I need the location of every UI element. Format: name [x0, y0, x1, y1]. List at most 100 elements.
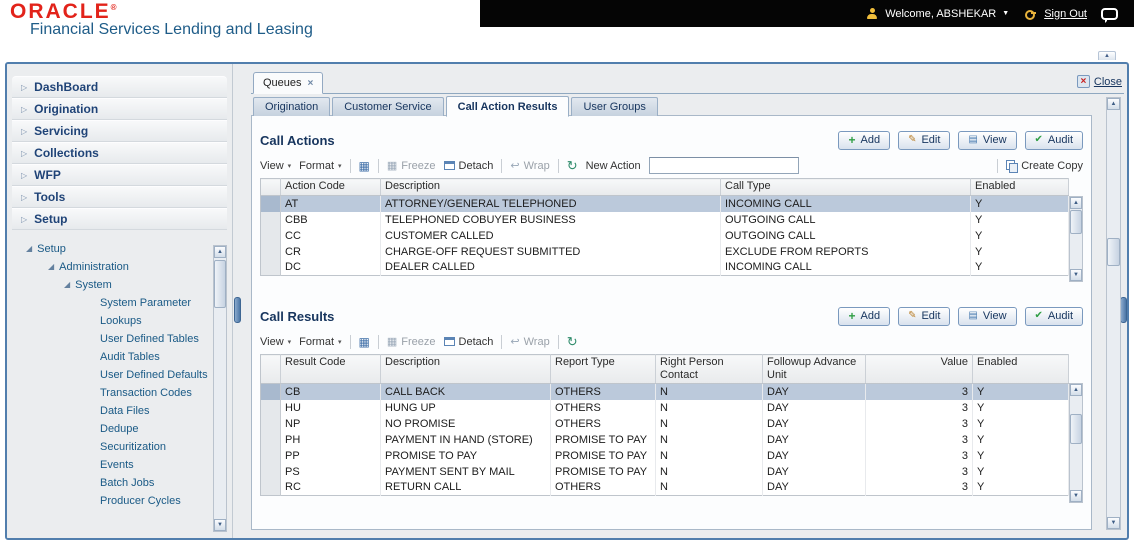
tree-node-dedupe[interactable]: Dedupe [12, 420, 227, 438]
close-label[interactable]: Close [1094, 76, 1122, 88]
sidebar-item-dashboard[interactable]: ▷ DashBoard [12, 76, 227, 98]
row-selector-cell[interactable] [260, 383, 281, 400]
tab-queues[interactable]: Queues × [253, 72, 324, 94]
table-row-cb[interactable]: CB CALL BACK OTHERS N DAY 3 Y [260, 383, 1069, 400]
view-button[interactable]: ▤ View [958, 130, 1017, 150]
detach-button[interactable]: Detach [443, 336, 493, 348]
close-control[interactable]: × Close [1076, 75, 1122, 88]
scroll-up-button[interactable]: ▲ [1107, 98, 1120, 110]
audit-button[interactable]: ✔ Audit [1024, 306, 1083, 326]
tree-node-events[interactable]: Events [12, 456, 227, 474]
table-row-pp[interactable]: PP PROMISE TO PAY PROMISE TO PAY N DAY 3 Y [260, 447, 1069, 464]
audit-button[interactable]: ✔ Audit [1024, 130, 1083, 150]
column-header-call-type[interactable]: Call Type [720, 178, 971, 196]
table-row-ph[interactable]: PH PAYMENT IN HAND (STORE) PROMISE TO PAY N… [260, 431, 1069, 448]
scroll-up-button[interactable]: ▲ [1070, 384, 1082, 396]
sidebar-item-origination[interactable]: ▷ Origination [12, 98, 227, 120]
row-selector-cell[interactable] [260, 399, 281, 416]
create-copy-button[interactable]: Create Copy [1006, 159, 1083, 173]
sidebar-item-tools[interactable]: ▷ Tools [12, 186, 227, 208]
row-selector-cell[interactable] [260, 227, 281, 244]
tree-node-system-parameter[interactable]: System Parameter [12, 294, 227, 312]
column-header-enabled[interactable]: Enabled [972, 354, 1069, 384]
welcome-caret-icon[interactable]: ▼ [1002, 10, 1009, 17]
detach-button[interactable]: Detach [443, 160, 493, 172]
freeze-button[interactable]: ▦ Freeze [387, 159, 436, 173]
view-menu[interactable]: View ▾ [260, 160, 291, 172]
tree-node-securitization[interactable]: Securitization [12, 438, 227, 456]
chat-icon[interactable] [1101, 7, 1118, 23]
sidebar-item-setup[interactable]: ▷ Setup [12, 208, 227, 230]
new-action-input[interactable] [648, 157, 799, 174]
scroll-up-button[interactable]: ▲ [214, 246, 226, 258]
column-header-enabled[interactable]: Enabled [970, 178, 1069, 196]
scrollbar-thumb[interactable] [214, 260, 226, 308]
export-icon[interactable]: ▦ [359, 159, 370, 173]
row-selector-cell[interactable] [260, 211, 281, 228]
table-row-dc[interactable]: DC DEALER CALLED INCOMING CALL Y [260, 259, 1069, 276]
tree-node-setup[interactable]: ◢ Setup [12, 240, 227, 258]
add-button[interactable]: + Add [838, 130, 891, 150]
row-selector-cell[interactable] [260, 447, 281, 464]
tab-user-groups[interactable]: User Groups [571, 97, 658, 116]
row-selector-cell[interactable] [260, 243, 281, 260]
close-icon[interactable]: × [1076, 75, 1090, 88]
edit-button[interactable]: ✎ Edit [898, 306, 951, 326]
tab-call-action-results[interactable]: Call Action Results [445, 96, 570, 117]
wrap-button[interactable]: ↩ Wrap [510, 159, 549, 173]
row-selector-cell[interactable] [260, 431, 281, 448]
column-header-description[interactable]: Description [380, 354, 551, 384]
content-scrollbar[interactable]: ▲ ▼ [1106, 97, 1121, 530]
scroll-down-button[interactable]: ▼ [214, 519, 226, 531]
scroll-down-button[interactable]: ▼ [1070, 269, 1082, 281]
welcome-menu[interactable]: Welcome, ABSHEKAR [885, 8, 996, 20]
format-menu[interactable]: Format ▾ [299, 160, 341, 172]
collapse-header-button[interactable]: ▲ [1098, 51, 1116, 60]
table-row-ps[interactable]: PS PAYMENT SENT BY MAIL PROMISE TO PAY N DAY… [260, 463, 1069, 480]
tab-origination[interactable]: Origination [253, 97, 331, 116]
wrap-button[interactable]: ↩ Wrap [510, 335, 549, 349]
export-icon[interactable]: ▦ [359, 335, 370, 349]
sidebar-collapse-handle[interactable] [234, 297, 241, 323]
refresh-icon[interactable]: ↻ [567, 334, 578, 350]
tree-node-administration[interactable]: ◢ Administration [12, 258, 227, 276]
column-header-result-code[interactable]: Result Code [280, 354, 381, 384]
scrollbar-thumb[interactable] [1107, 238, 1120, 266]
scroll-down-button[interactable]: ▼ [1070, 490, 1082, 502]
table-row-cc[interactable]: CC CUSTOMER CALLED OUTGOING CALL Y [260, 227, 1069, 244]
row-selector-cell[interactable] [260, 463, 281, 480]
add-button[interactable]: + Add [838, 306, 891, 326]
table-row-hu[interactable]: HU HUNG UP OTHERS N DAY 3 Y [260, 399, 1069, 416]
tab-customer-service[interactable]: Customer Service [332, 97, 444, 116]
tree-node-data-files[interactable]: Data Files [12, 402, 227, 420]
tab-close-icon[interactable]: × [308, 78, 314, 89]
row-selector-cell[interactable] [260, 415, 281, 432]
column-header-action-code[interactable]: Action Code [280, 178, 381, 196]
tree-node-user-defined-tables[interactable]: User Defined Tables [12, 330, 227, 348]
column-header-value[interactable]: Value [865, 354, 973, 384]
freeze-button[interactable]: ▦ Freeze [387, 335, 436, 349]
tree-node-lookups[interactable]: Lookups [12, 312, 227, 330]
table-row-cbb[interactable]: CBB TELEPHONED COBUYER BUSINESS OUTGOING C… [260, 211, 1069, 228]
scrollbar-thumb[interactable] [1070, 210, 1082, 234]
tree-node-system[interactable]: ◢ System [12, 276, 227, 294]
format-menu[interactable]: Format ▾ [299, 336, 341, 348]
tree-node-transaction-codes[interactable]: Transaction Codes [12, 384, 227, 402]
scrollbar-thumb[interactable] [1070, 414, 1082, 444]
sidebar-item-wfp[interactable]: ▷ WFP [12, 164, 227, 186]
view-button[interactable]: ▤ View [958, 306, 1017, 326]
scrollbar-track[interactable] [214, 258, 226, 519]
column-header-followup-advance-unit[interactable]: Followup Advance Unit [762, 354, 866, 384]
tree-node-producer-cycles[interactable]: Producer Cycles [12, 492, 227, 510]
table-row-at[interactable]: AT ATTORNEY/GENERAL TELEPHONED INCOMING CA… [260, 195, 1069, 212]
scroll-down-button[interactable]: ▼ [1107, 517, 1120, 529]
sidebar-item-servicing[interactable]: ▷ Servicing [12, 120, 227, 142]
scrollbar-track[interactable] [1070, 209, 1082, 269]
tree-node-batch-jobs[interactable]: Batch Jobs [12, 474, 227, 492]
table-row-cr[interactable]: CR CHARGE-OFF REQUEST SUBMITTED EXCLUDE FR… [260, 243, 1069, 260]
view-menu[interactable]: View ▾ [260, 336, 291, 348]
sign-out-link[interactable]: Sign Out [1044, 8, 1087, 20]
refresh-icon[interactable]: ↻ [567, 158, 578, 174]
column-header-report-type[interactable]: Report Type [550, 354, 656, 384]
scrollbar-track[interactable] [1107, 110, 1120, 517]
